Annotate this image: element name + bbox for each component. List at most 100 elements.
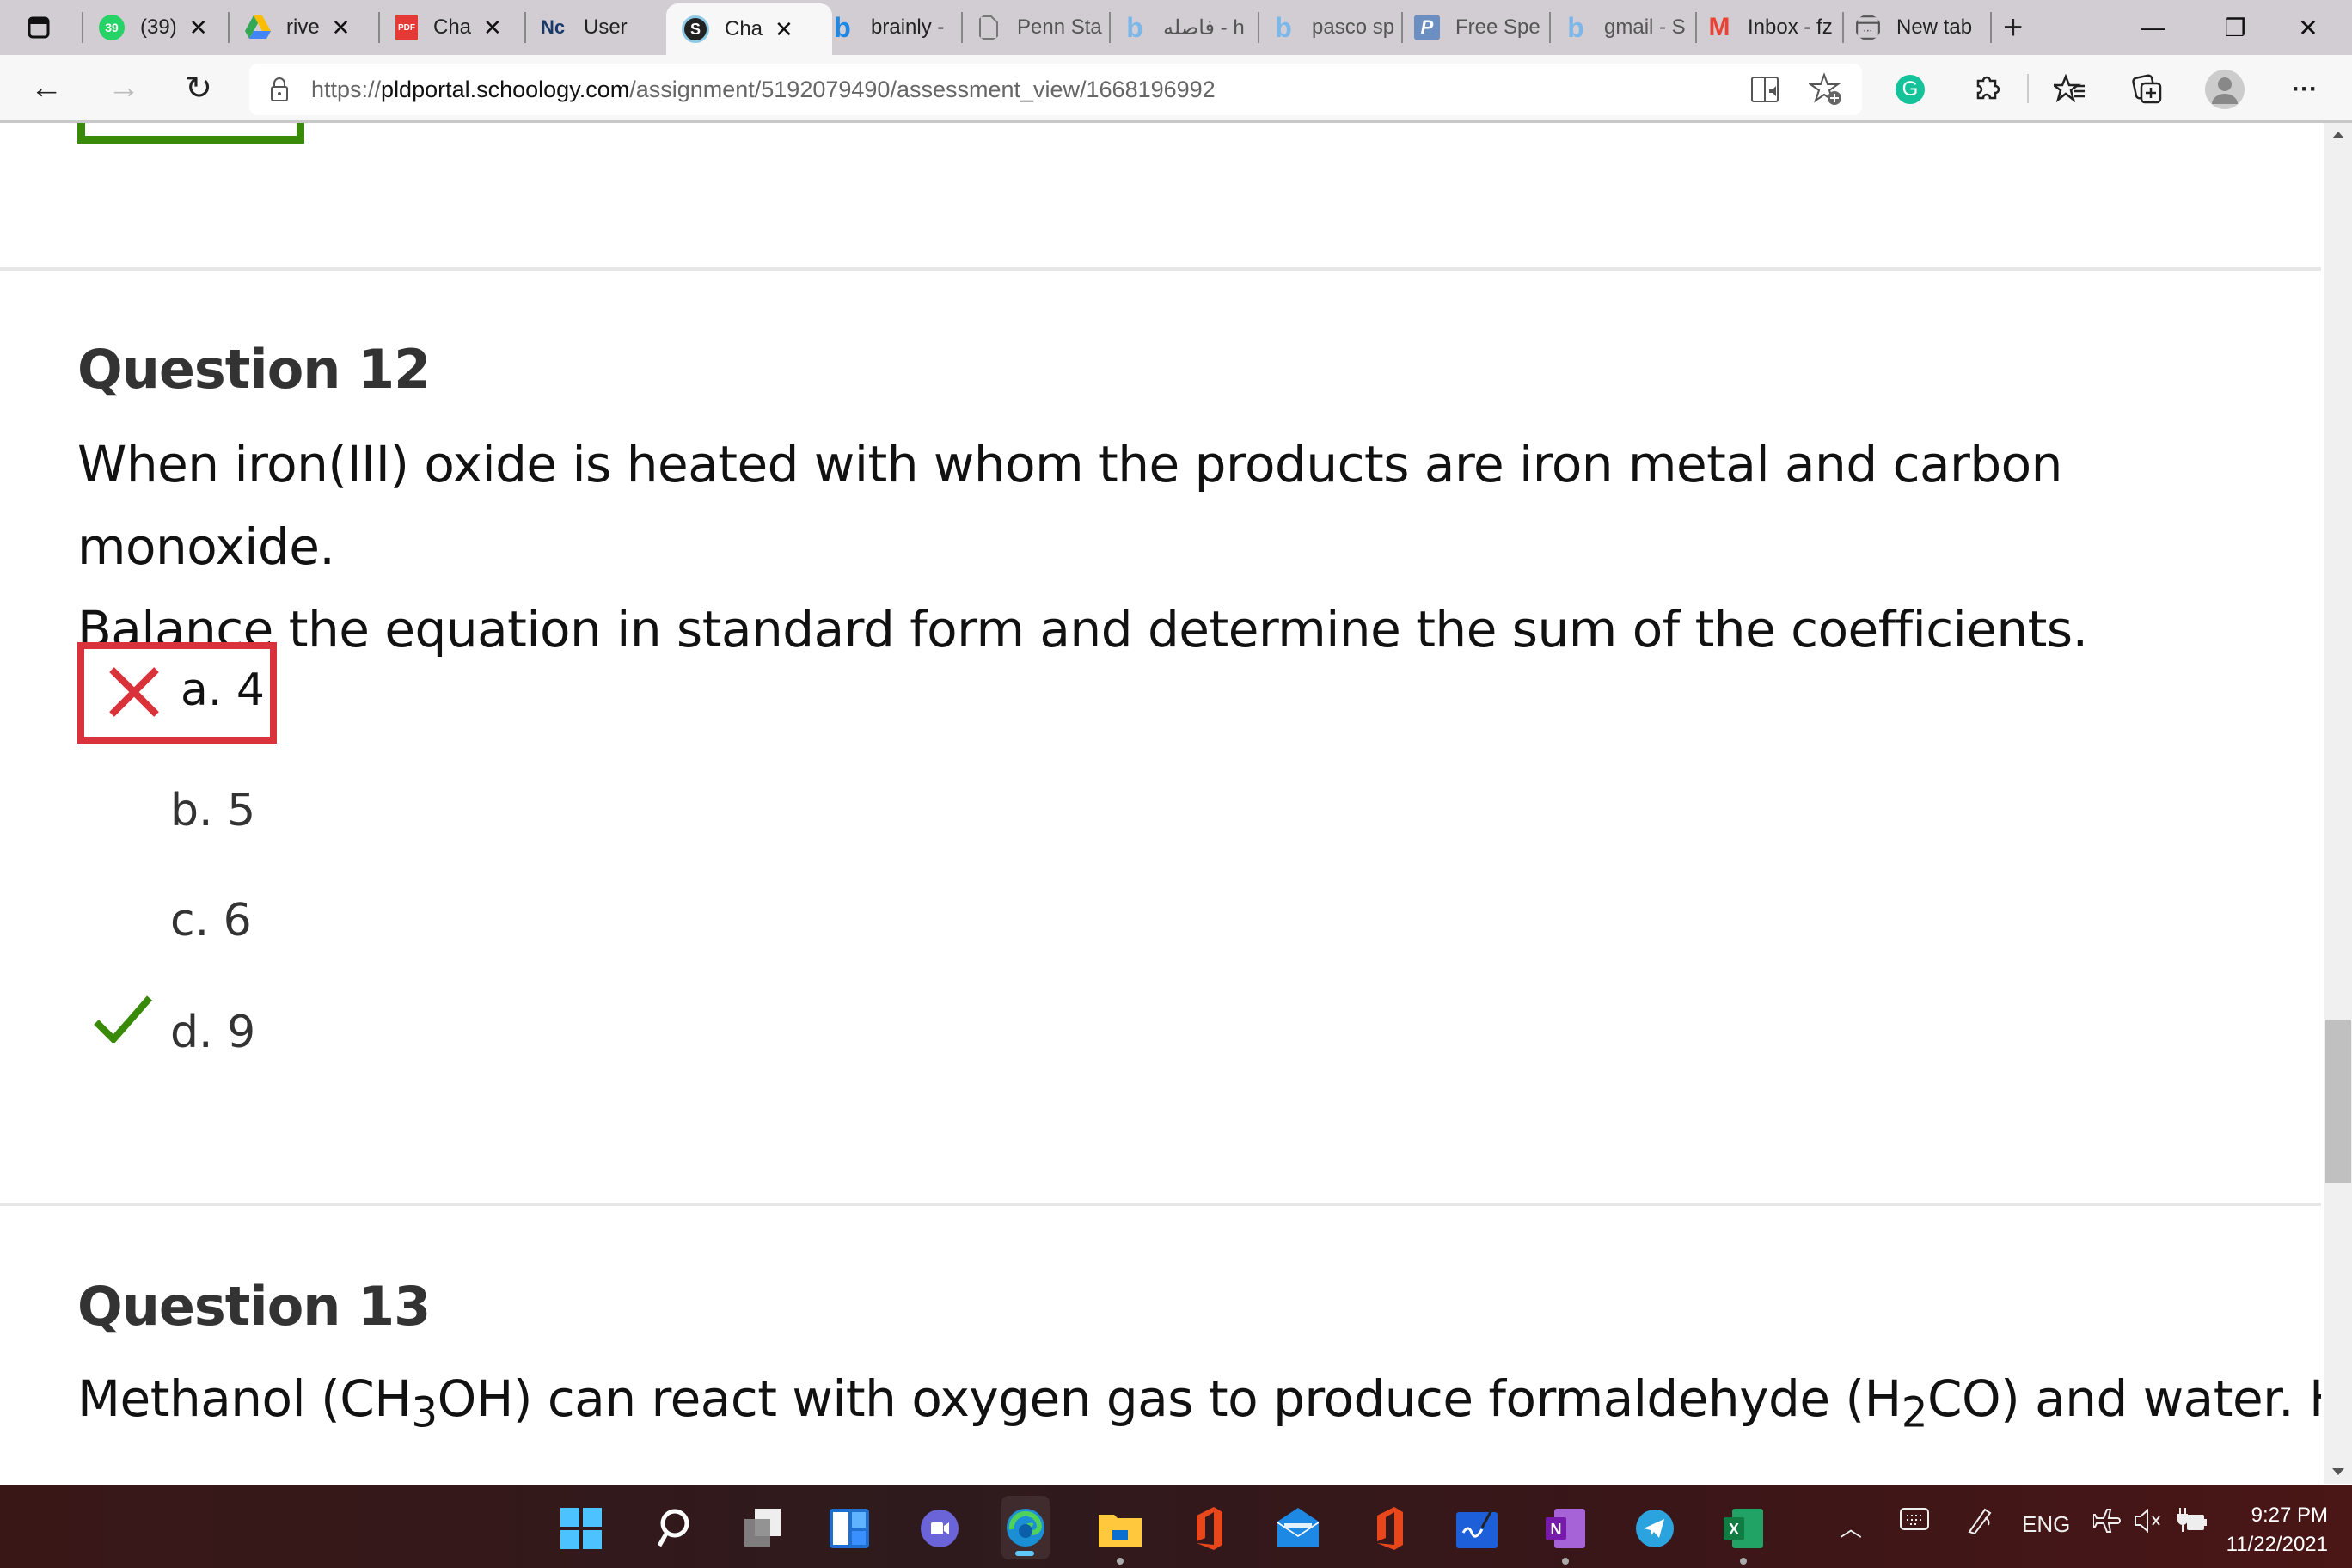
office-2-button[interactable]	[1365, 1504, 1413, 1553]
scroll-down-arrow-icon[interactable]	[2332, 1468, 2344, 1475]
address-bar[interactable]: https://pldportal.schoology.com/assignme…	[249, 64, 1862, 115]
subscript: 3	[411, 1388, 438, 1437]
excel-button[interactable]: X	[1719, 1504, 1767, 1565]
close-window-button[interactable]: ✕	[2278, 0, 2338, 55]
profile-button[interactable]	[2202, 67, 2247, 112]
scrollbar-thumb[interactable]	[2325, 1020, 2351, 1183]
subscript: 2	[1901, 1388, 1928, 1437]
language-indicator[interactable]: ENG	[2022, 1511, 2070, 1538]
read-aloud-button[interactable]	[1745, 67, 1790, 112]
onenote-icon: N	[1546, 1509, 1585, 1548]
office-button[interactable]	[1185, 1504, 1233, 1553]
widgets-button[interactable]	[825, 1504, 873, 1553]
close-icon: ✕	[2298, 14, 2318, 41]
extensions-button[interactable]	[1964, 67, 2009, 112]
close-tab-icon[interactable]: ✕	[189, 15, 208, 41]
tab-label: فاصله - h	[1163, 15, 1245, 40]
task-view-button[interactable]	[739, 1504, 787, 1553]
tab-schoology-active[interactable]: S Cha ✕	[666, 3, 832, 55]
question-13-title: Question 13	[77, 1275, 431, 1338]
whatsapp-icon: 39	[99, 15, 125, 40]
close-tab-icon[interactable]: ✕	[332, 15, 351, 41]
network-button[interactable]	[2093, 1508, 2122, 1537]
tab-pdf[interactable]: PDF Cha ✕	[395, 0, 511, 55]
folder-icon	[1099, 1515, 1142, 1547]
running-indicator	[1117, 1558, 1124, 1565]
battery-charging-icon	[2177, 1508, 2207, 1532]
incorrect-x-icon	[109, 667, 159, 717]
favorites-button[interactable]	[2048, 67, 2092, 112]
grammarly-button[interactable]: G	[1888, 67, 1932, 112]
tab-label: pasco sp	[1312, 15, 1395, 39]
tab-google-drive[interactable]: rive ✕	[245, 0, 365, 55]
settings-more-button[interactable]: ···	[2282, 67, 2327, 112]
tab-gmail-search[interactable]: b gmail - S	[1563, 0, 1692, 55]
question-12-text: When iron(III) oxide is heated with whom…	[77, 423, 2321, 671]
mail-button[interactable]	[1274, 1504, 1322, 1553]
search-button[interactable]	[649, 1504, 697, 1553]
back-button[interactable]: ←	[24, 65, 69, 110]
add-favorite-button[interactable]	[1804, 67, 1848, 112]
scroll-up-arrow-icon[interactable]	[2332, 132, 2344, 138]
volume-button[interactable]	[2134, 1508, 2163, 1534]
tab-strip: 39 (39) ✕ rive ✕ PDF Cha ✕ Nc User S Cha…	[0, 0, 2352, 55]
whiteboard-icon	[1456, 1509, 1498, 1548]
tab-new-tab[interactable]: ··· New tab	[1855, 0, 1988, 55]
office-icon	[1377, 1507, 1403, 1550]
pen-menu-button[interactable]	[1964, 1506, 1994, 1535]
edge-icon	[1007, 1509, 1044, 1547]
tab-pasco[interactable]: b pasco sp	[1271, 0, 1400, 55]
onenote-button[interactable]: N	[1541, 1504, 1589, 1565]
lock-icon[interactable]	[270, 77, 289, 102]
question-text-line: Balance the equation in standard form an…	[77, 600, 2088, 658]
edge-taskbar-button[interactable]	[1001, 1496, 1050, 1559]
bing-icon: b	[1567, 11, 1584, 43]
refresh-button[interactable]: ↻	[176, 65, 221, 110]
new-tab-button[interactable]: +	[2003, 0, 2023, 55]
show-hidden-icons-button[interactable]: ︿	[1840, 1511, 1862, 1543]
question-divider	[0, 1203, 2321, 1206]
file-explorer-button[interactable]	[1096, 1504, 1144, 1565]
tab-user[interactable]: Nc User	[537, 0, 658, 55]
choice-label: a. 4	[181, 665, 266, 716]
start-button[interactable]	[557, 1504, 605, 1553]
touch-keyboard-button[interactable]	[1900, 1508, 1929, 1530]
avatar-icon	[2205, 70, 2245, 109]
url-host: pldportal.schoology.com	[381, 76, 630, 102]
p-logo-icon: P	[1414, 15, 1440, 40]
collections-button[interactable]	[2125, 67, 2170, 112]
page-icon	[979, 15, 998, 40]
tab-actions-icon	[28, 16, 50, 39]
tab-search-distance[interactable]: b فاصله - h	[1122, 0, 1251, 55]
active-indicator	[1015, 1551, 1034, 1556]
tab-label: rive	[286, 15, 320, 39]
clock[interactable]: 9:27 PM 11/22/2021	[2226, 1501, 2328, 1559]
choice-c: c. 6	[170, 895, 252, 946]
language-label: ENG	[2022, 1511, 2071, 1537]
tab-free-speech[interactable]: P Free Spe	[1414, 0, 1543, 55]
question-text-part: CO) and water. Ho	[1926, 1369, 2321, 1428]
clock-time: 9:27 PM	[2251, 1504, 2328, 1527]
url-text[interactable]: https://pldportal.schoology.com/assignme…	[311, 77, 1216, 103]
whiteboard-button[interactable]	[1453, 1504, 1501, 1553]
close-tab-icon[interactable]: ✕	[775, 16, 793, 43]
telegram-button[interactable]	[1631, 1504, 1679, 1553]
tab-penn-state[interactable]: Penn Sta	[976, 0, 1105, 55]
tab-whatsapp[interactable]: 39 (39) ✕	[99, 0, 219, 55]
tab-inbox[interactable]: M Inbox - fz	[1706, 0, 1844, 55]
close-tab-icon[interactable]: ✕	[483, 15, 502, 41]
battery-button[interactable]	[2175, 1506, 2208, 1535]
tab-brainly[interactable]: b brainly -	[830, 0, 963, 55]
vertical-scrollbar[interactable]	[2324, 123, 2352, 1484]
forward-button[interactable]: →	[101, 65, 146, 110]
read-aloud-icon	[1751, 77, 1779, 102]
choice-a-selected-incorrect: a. 4	[77, 642, 277, 744]
tab-actions-button[interactable]	[26, 0, 52, 55]
teams-chat-button[interactable]	[916, 1504, 964, 1553]
restore-button[interactable]: ❐	[2205, 0, 2265, 55]
search-icon	[657, 1509, 689, 1547]
minimize-button[interactable]: —	[2123, 0, 2184, 55]
url-path: /assignment/5192079490/assessment_view/1…	[629, 76, 1216, 102]
mail-icon	[1277, 1508, 1319, 1547]
windows-start-icon	[560, 1508, 602, 1549]
